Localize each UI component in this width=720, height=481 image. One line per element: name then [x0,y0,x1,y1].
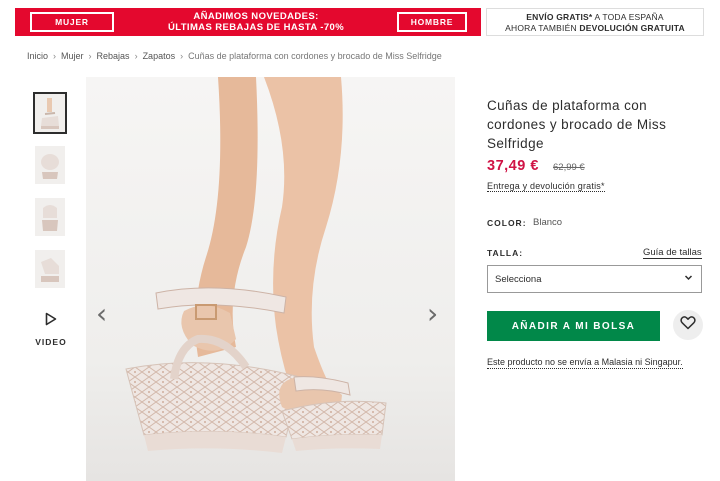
size-select[interactable]: Selecciona [487,265,702,293]
promo-text: AÑADIMOS NOVEDADES: ÚLTIMAS REBAJAS DE H… [125,11,387,33]
breadcrumb-women[interactable]: Mujer [61,51,84,61]
play-icon [30,312,72,329]
breadcrumb-separator: › [53,51,57,61]
breadcrumb-sale[interactable]: Rebajas [97,51,130,61]
heart-icon [680,315,696,335]
shipping-returns-label: DEVOLUCIÓN GRATUITA [579,23,685,33]
breadcrumb-separator: › [180,51,184,61]
breadcrumb-separator: › [134,51,138,61]
current-price: 37,49 € [487,158,539,174]
thumbnail-3[interactable] [35,198,65,236]
thumbnail-image [42,205,58,231]
product-photo [86,77,455,481]
shipping-restriction-note[interactable]: Este producto no se envía a Malasia ni S… [487,357,683,369]
shipping-also: AHORA TAMBIÉN [505,23,580,33]
promo-banner: MUJER AÑADIMOS NOVEDADES: ÚLTIMAS REBAJA… [15,8,481,36]
thumbnail-4[interactable] [35,250,65,288]
size-select-value: Selecciona [495,273,542,285]
video-button[interactable]: VIDEO [30,312,72,347]
product-main-image[interactable] [86,77,455,481]
shop-men-button[interactable]: HOMBRE [397,12,467,32]
shipping-destination: A TODA ESPAÑA [592,12,664,22]
chevron-right-icon: › [427,297,439,330]
chevron-down-icon [684,273,693,284]
size-label: TALLA: [487,248,524,258]
breadcrumb-home[interactable]: Inicio [27,51,48,61]
thumbnail-image [41,98,59,129]
color-label: COLOR: [487,218,527,228]
breadcrumb: Inicio › Mujer › Rebajas › Zapatos › Cuñ… [27,51,442,61]
shop-women-button[interactable]: MUJER [30,12,114,32]
breadcrumb-shoes[interactable]: Zapatos [143,51,176,61]
thumbnail-2[interactable] [35,146,65,184]
chevron-left-icon: ‹ [96,297,108,330]
shipping-banner[interactable]: ENVÍO GRATIS* A TODA ESPAÑA AHORA TAMBIÉ… [486,8,704,36]
next-image-button[interactable]: › [427,300,438,328]
size-guide-link[interactable]: Guía de tallas [643,247,702,259]
color-value: Blanco [533,217,563,228]
thumbnail-image [41,258,59,282]
promo-line-2: ÚLTIMAS REBAJAS DE HASTA -70% [167,22,345,33]
original-price: 62,99 € [553,162,585,173]
wishlist-button[interactable] [673,310,703,340]
thumbnail-image [41,154,59,179]
breadcrumb-current: Cuñas de plataforma con cordones y broca… [188,51,442,61]
previous-image-button[interactable]: ‹ [96,300,107,328]
delivery-link[interactable]: Entrega y devolución gratis* [487,181,605,192]
product-title: Cuñas de plataforma con cordones y broca… [487,98,667,151]
shipping-free-label: ENVÍO GRATIS* [526,12,593,22]
promo-line-1: AÑADIMOS NOVEDADES: [193,11,319,22]
thumbnail-1[interactable] [33,92,67,134]
add-to-bag-button[interactable]: AÑADIR A MI BOLSA [487,311,660,341]
breadcrumb-separator: › [88,51,92,61]
video-label: VIDEO [35,337,67,347]
